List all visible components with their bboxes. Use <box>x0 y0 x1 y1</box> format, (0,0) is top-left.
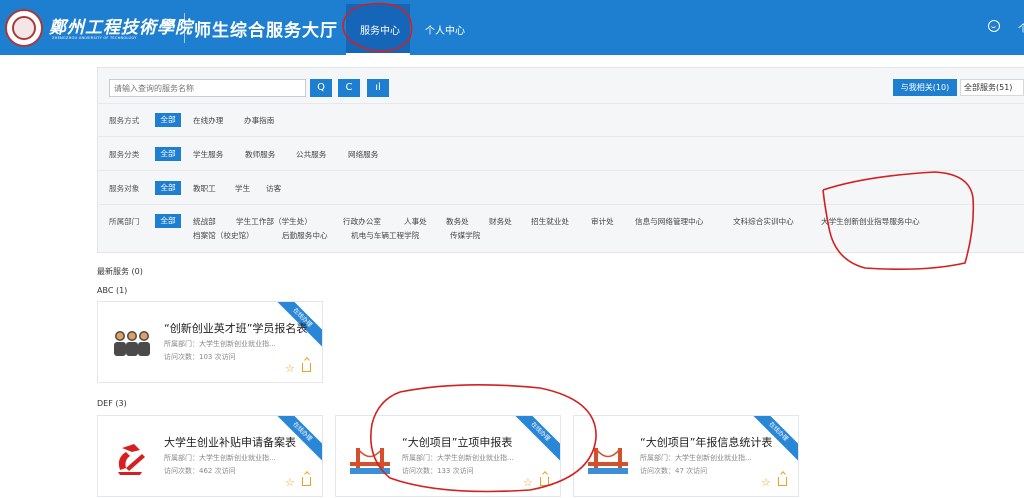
top-header: 鄭州工程技術學院 ZHENGZHOU UNIVERSITY OF TECHNOL… <box>0 0 1024 55</box>
service-card[interactable]: 在线办理 大学生创业补贴申请备案表 所属部门：大学生创新创业就业指... 访问次… <box>97 415 323 497</box>
card-title: “创新创业英才班”学员报名表 <box>164 322 308 335</box>
favorite-star-icon[interactable]: ☆ <box>523 476 533 489</box>
filter-option[interactable]: 网络服务 <box>348 149 378 160</box>
filter-option[interactable]: 机电与车辆工程学院 <box>351 230 419 241</box>
message-icon[interactable] <box>988 20 1000 32</box>
bridge-icon <box>350 448 390 474</box>
school-logo <box>5 9 43 47</box>
header-divider <box>184 13 185 43</box>
online-badge: 在线办理 <box>507 416 560 465</box>
group-def-heading: DEF (3) <box>97 399 127 408</box>
card-visits: 访问次数：47 次访问 <box>640 467 708 475</box>
filter-option[interactable]: 学生服务 <box>193 149 223 160</box>
nav-personal-center[interactable]: 个人中心 <box>425 22 465 37</box>
nav-service-center[interactable]: 服务中心 <box>346 4 410 55</box>
filter-option[interactable]: 文科综合实训中心 <box>733 216 794 227</box>
latest-services-heading: 最新服务 (0) <box>97 267 143 276</box>
card-department: 所属部门：大学生创新创业就业指... <box>640 454 752 462</box>
filter-option[interactable]: 大学生创新创业指导服务中心 <box>821 216 920 227</box>
filter-option[interactable]: 公共服务 <box>296 149 326 160</box>
favorite-star-icon[interactable]: ☆ <box>285 362 295 375</box>
filter-option[interactable]: 教职工 <box>193 183 216 194</box>
filter-option[interactable]: 信息与网络管理中心 <box>635 216 703 227</box>
favorite-star-icon[interactable]: ☆ <box>761 476 771 489</box>
filter-option[interactable]: 行政办公室 <box>343 216 381 227</box>
portal-title: 师生综合服务大厅 <box>194 21 338 41</box>
row-divider <box>97 170 1024 171</box>
header-cut-text: 个 <box>1018 24 1024 35</box>
party-emblem-icon <box>118 444 145 475</box>
service-mode-label: 服务方式 <box>109 116 140 125</box>
filter-option[interactable]: 访客 <box>266 183 281 194</box>
share-icon[interactable] <box>302 363 311 372</box>
service-category-all[interactable]: 全部 <box>155 147 181 161</box>
filter-option[interactable]: 在线办理 <box>193 115 223 126</box>
stats-button[interactable]: ıl <box>367 79 389 97</box>
card-visits: 访问次数：103 次访问 <box>164 353 236 361</box>
filter-option[interactable]: 档案馆（校史馆） <box>193 230 254 241</box>
search-button[interactable]: Q <box>310 79 332 97</box>
row-divider <box>97 136 1024 137</box>
filter-option[interactable]: 财务处 <box>489 216 512 227</box>
card-department: 所属部门：大学生创新创业就业指... <box>164 454 276 462</box>
people-icon <box>114 331 150 356</box>
filter-option[interactable]: 学生工作部（学生处） <box>236 216 312 227</box>
favorite-star-icon[interactable]: ☆ <box>285 476 295 489</box>
department-label: 所属部门 <box>109 217 140 226</box>
share-icon[interactable] <box>302 477 311 486</box>
service-card[interactable]: 在线办理 “大创项目”年报信息统计表 所属部门：大学生创新创业就业指... 访问… <box>573 415 799 497</box>
filter-option[interactable]: 人事处 <box>404 216 427 227</box>
service-category-label: 服务分类 <box>109 150 140 159</box>
bridge-icon <box>588 448 628 474</box>
filter-option[interactable]: 办事指南 <box>244 115 274 126</box>
card-title: 大学生创业补贴申请备案表 <box>164 436 296 449</box>
service-target-all[interactable]: 全部 <box>155 181 181 195</box>
nav-service-center-label: 服务中心 <box>360 26 400 37</box>
card-title: “大创项目”年报信息统计表 <box>640 436 773 449</box>
card-visits: 访问次数：462 次访问 <box>164 467 236 475</box>
all-services-tab[interactable]: 全部服务(51) <box>960 79 1024 96</box>
school-name-en: ZHENGZHOU UNIVERSITY OF TECHNOLOGY <box>52 36 137 40</box>
filter-option[interactable]: 统战部 <box>193 216 216 227</box>
department-all[interactable]: 全部 <box>155 214 181 228</box>
refresh-button[interactable]: C <box>338 79 360 97</box>
card-department: 所属部门：大学生创新创业就业指... <box>164 340 276 348</box>
group-abc-heading: ABC (1) <box>97 286 128 295</box>
filter-option[interactable]: 审计处 <box>591 216 614 227</box>
related-to-me-tab[interactable]: 与我相关(10) <box>893 79 957 96</box>
share-icon[interactable] <box>540 477 549 486</box>
row-divider <box>97 103 1024 104</box>
service-card[interactable]: 在线办理 “大创项目”立项申报表 所属部门：大学生创新创业就业指... 访问次数… <box>335 415 561 497</box>
card-department: 所属部门：大学生创新创业就业指... <box>402 454 514 462</box>
filter-option[interactable]: 教师服务 <box>245 149 275 160</box>
card-visits: 访问次数：133 次访问 <box>402 467 474 475</box>
card-title: “大创项目”立项申报表 <box>402 436 513 449</box>
service-mode-all[interactable]: 全部 <box>155 113 181 127</box>
filter-option[interactable]: 学生 <box>235 183 250 194</box>
share-icon[interactable] <box>778 477 787 486</box>
filter-option[interactable]: 教务处 <box>446 216 469 227</box>
service-target-label: 服务对象 <box>109 184 140 193</box>
filter-option[interactable]: 后勤服务中心 <box>282 230 328 241</box>
row-divider <box>97 204 1024 205</box>
filter-option[interactable]: 招生就业处 <box>531 216 569 227</box>
service-search-input[interactable] <box>109 79 306 97</box>
filter-option[interactable]: 传媒学院 <box>450 230 480 241</box>
service-card[interactable]: 在线办理 “创新创业英才班”学员报名表 所属部门：大学生创新创业就业指... 访… <box>97 301 323 383</box>
school-name-cn: 鄭州工程技術學院 <box>49 18 193 38</box>
